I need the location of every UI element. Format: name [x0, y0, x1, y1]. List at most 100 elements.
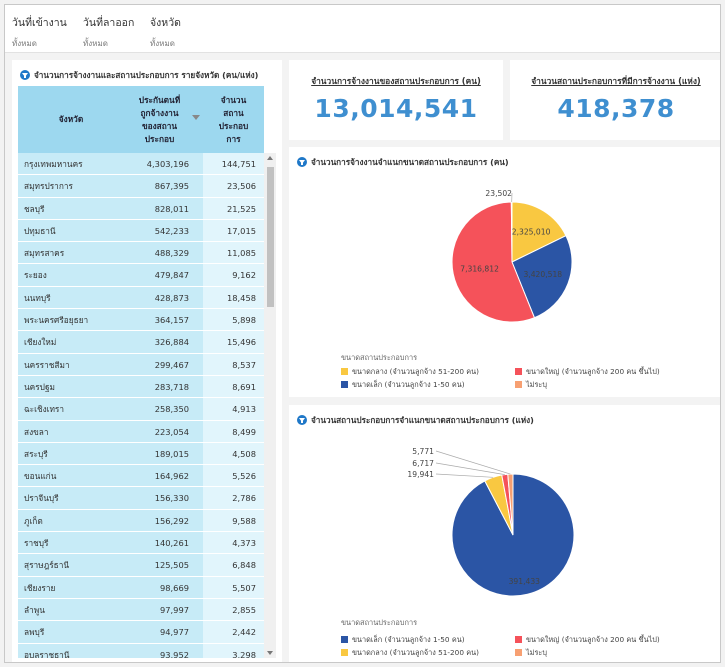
insured-cell: 258,350	[124, 398, 203, 420]
table-scrollbar[interactable]	[264, 153, 276, 658]
table-panel-title: จำนวนการจ้างงานและสถานประกอบการ รายจังหว…	[20, 69, 258, 82]
kpi-employment-card: จำนวนการจ้างงานของสถานประกอบการ (คน) 13,…	[289, 60, 503, 140]
legend-title: ขนาดสถานประกอบการ	[341, 618, 418, 627]
data-label: 391,433	[509, 577, 541, 586]
kpi-label[interactable]: จำนวนการจ้างงานของสถานประกอบการ (คน)	[289, 74, 503, 88]
legend-item[interactable]: ขนาดเล็ก (จำนวนลูกจ้าง 1-50 คน)	[341, 380, 465, 391]
establishments-cell: 8,691	[203, 375, 264, 398]
table-row[interactable]: พระนครศรีอยุธยา 364,157 5,898	[18, 309, 264, 332]
province-cell: อุบลราชธานี	[18, 643, 124, 658]
legend-item[interactable]: ไม่ระบุ	[515, 648, 547, 659]
establishments-cell: 144,751	[203, 153, 264, 175]
scroll-up-icon[interactable]	[267, 156, 273, 160]
scroll-down-icon[interactable]	[267, 651, 273, 655]
legend-item[interactable]: ไม่ระบุ	[515, 380, 547, 391]
province-cell: นครปฐม	[18, 375, 124, 398]
kpi-label[interactable]: จำนวนสถานประกอบการที่มีการจ้างงาน (แห่ง)	[510, 74, 720, 88]
insured-cell: 98,669	[124, 576, 203, 598]
filter-province[interactable]: จังหวัด ทั้งหมด	[150, 14, 181, 50]
table-row[interactable]: ปราจีนบุรี 156,330 2,786	[18, 487, 264, 510]
table-row[interactable]: สระบุรี 189,015 4,508	[18, 442, 264, 466]
establishments-cell: 5,898	[203, 309, 264, 331]
province-table: จังหวัด ประกันตนที่ถูกจ้างงานของสถานประก…	[18, 86, 276, 658]
legend-label: ขนาดใหญ่ (จำนวนลูกจ้าง 200 คน ขึ้นไป)	[526, 635, 660, 644]
scrollbar-thumb[interactable]	[267, 167, 274, 307]
table-row[interactable]: ลำพูน 97,997 2,855	[18, 598, 264, 622]
province-cell: เชียงราย	[18, 576, 124, 598]
insured-cell: 189,015	[124, 442, 203, 465]
table-row[interactable]: สมุทรปราการ 867,395 23,506	[18, 175, 264, 198]
establishments-cell: 2,786	[203, 487, 264, 509]
table-row[interactable]: สุราษฎร์ธานี 125,505 6,848	[18, 554, 264, 577]
establishments-cell: 5,507	[203, 576, 264, 598]
table-row[interactable]: นนทบุรี 428,873 18,458	[18, 286, 264, 310]
legend-item[interactable]: ขนาดกลาง (จำนวนลูกจ้าง 51-200 คน)	[341, 648, 479, 659]
province-cell: สมุทรปราการ	[18, 175, 124, 197]
legend-label: ขนาดใหญ่ (จำนวนลูกจ้าง 200 คน ขึ้นไป)	[526, 367, 660, 376]
filter-value: ทั้งหมด	[12, 39, 37, 48]
establishments-cell: 8,499	[203, 420, 264, 442]
sort-desc-icon[interactable]	[192, 115, 200, 120]
data-label: 3,420,518	[523, 270, 562, 279]
table-title-text: จำนวนการจ้างงานและสถานประกอบการ รายจังหว…	[34, 70, 259, 80]
legend-swatch	[515, 381, 522, 388]
establishments-cell: 11,085	[203, 242, 264, 264]
legend-swatch	[341, 649, 348, 656]
legend-item[interactable]: ขนาดใหญ่ (จำนวนลูกจ้าง 200 คน ขึ้นไป)	[515, 367, 660, 378]
legend-item[interactable]: ขนาดใหญ่ (จำนวนลูกจ้าง 200 คน ขึ้นไป)	[515, 635, 660, 646]
filter-start-date[interactable]: วันที่เข้างาน ทั้งหมด	[12, 14, 67, 50]
table-row[interactable]: ปทุมธานี 542,233 17,015	[18, 219, 264, 243]
legend-label: ขนาดเล็ก (จำนวนลูกจ้าง 1-50 คน)	[352, 380, 465, 389]
insured-cell: 140,261	[124, 532, 203, 554]
legend-swatch	[341, 368, 348, 375]
filter-value: ทั้งหมด	[150, 39, 175, 48]
insured-cell: 428,873	[124, 286, 203, 309]
table-row[interactable]: เชียงราย 98,669 5,507	[18, 576, 264, 599]
table-row[interactable]: สงขลา 223,054 8,499	[18, 420, 264, 443]
province-cell: เชียงใหม่	[18, 331, 124, 353]
establishments-cell: 17,015	[203, 219, 264, 242]
establishments-cell: 5,526	[203, 465, 264, 487]
insured-cell: 223,054	[124, 420, 203, 442]
table-row[interactable]: ลพบุรี 94,977 2,442	[18, 621, 264, 644]
column-header-establishments[interactable]: จำนวนสถานประกอบการ	[203, 86, 264, 153]
data-label: 23,502	[485, 189, 512, 198]
insured-cell: 867,395	[124, 175, 203, 197]
table-row[interactable]: เชียงใหม่ 326,884 15,496	[18, 331, 264, 354]
table-row[interactable]: อุบลราชธานี 93,952 3,298	[18, 643, 264, 658]
table-row[interactable]: นครราชสีมา 299,467 8,537	[18, 353, 264, 376]
filter-resign-date[interactable]: วันที่ลาออก ทั้งหมด	[83, 14, 134, 50]
table-row[interactable]: กรุงเทพมหานคร 4,303,196 144,751	[18, 153, 264, 176]
table-row[interactable]: ฉะเชิงเทรา 258,350 4,913	[18, 398, 264, 421]
insured-cell: 156,330	[124, 487, 203, 509]
table-row[interactable]: ชลบุรี 828,011 21,525	[18, 197, 264, 220]
insured-cell: 164,962	[124, 465, 203, 487]
province-cell: สระบุรี	[18, 442, 124, 465]
legend-label: ขนาดกลาง (จำนวนลูกจ้าง 51-200 คน)	[352, 367, 480, 376]
table-row[interactable]: ระยอง 479,847 9,162	[18, 264, 264, 287]
insured-cell: 479,847	[124, 264, 203, 286]
legend-item[interactable]: ขนาดเล็ก (จำนวนลูกจ้าง 1-50 คน)	[341, 635, 465, 646]
column-header-province[interactable]: จังหวัด	[18, 86, 124, 153]
insured-cell: 488,329	[124, 242, 203, 264]
table-row[interactable]: ราชบุรี 140,261 4,373	[18, 532, 264, 555]
table-row[interactable]: นครปฐม 283,718 8,691	[18, 375, 264, 399]
data-label: 2,325,010	[512, 228, 551, 237]
filter-label: จังหวัด	[150, 17, 181, 29]
filter-icon[interactable]	[20, 70, 30, 80]
province-cell: สงขลา	[18, 420, 124, 442]
table-row[interactable]: สมุทรสาคร 488,329 11,085	[18, 242, 264, 265]
province-cell: ราชบุรี	[18, 532, 124, 554]
table-row[interactable]: ขอนแก่น 164,962 5,526	[18, 465, 264, 488]
legend-swatch	[515, 636, 522, 643]
legend-item[interactable]: ขนาดกลาง (จำนวนลูกจ้าง 51-200 คน)	[341, 367, 479, 378]
data-label: 5,771	[412, 447, 434, 456]
legend-label: ขนาดเล็ก (จำนวนลูกจ้าง 1-50 คน)	[352, 635, 465, 644]
establishments-cell: 15,496	[203, 331, 264, 353]
province-cell: ฉะเชิงเทรา	[18, 398, 124, 420]
province-cell: ลพบุรี	[18, 621, 124, 643]
establishments-cell: 2,855	[203, 598, 264, 621]
table-row[interactable]: ภูเก็ต 156,292 9,588	[18, 509, 264, 533]
province-cell: ภูเก็ต	[18, 509, 124, 532]
province-cell: สุราษฎร์ธานี	[18, 554, 124, 576]
